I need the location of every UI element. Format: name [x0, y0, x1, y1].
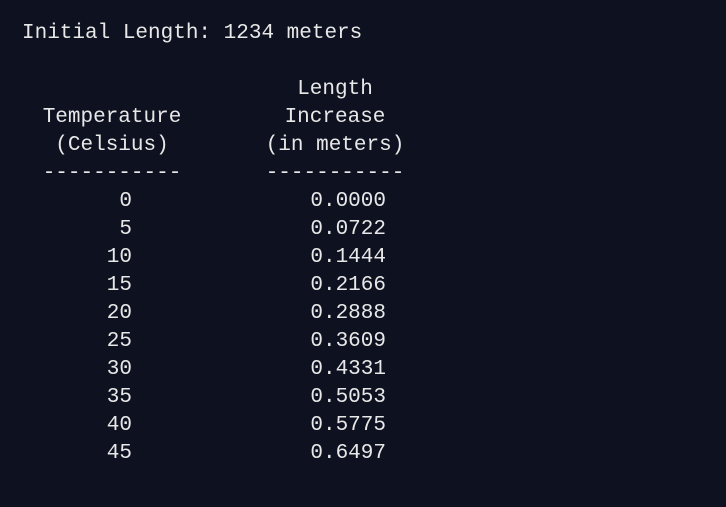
temperature-cell: 20	[106, 302, 132, 325]
temperature-header-line-1: Temperature	[42, 106, 182, 129]
increase-cell: 0.3609	[310, 330, 386, 353]
terminal-output: Initial Length: 1234 meters Length Incre…	[0, 0, 726, 507]
temperature-cell: 30	[106, 358, 132, 381]
temperature-cell: 0	[119, 190, 132, 213]
temperature-cell: 15	[106, 274, 132, 297]
temperature-cell: 40	[106, 414, 132, 437]
increase-cell: 0.4331	[310, 358, 386, 381]
temperature-separator: -----------	[42, 162, 182, 185]
length-header-line-3: (in meters)	[265, 134, 405, 157]
temperature-cell: 10	[106, 246, 132, 269]
initial-length-line: Initial Length: 1234 meters	[22, 22, 363, 45]
temperature-cell: 5	[119, 218, 132, 241]
temperature-cell: 25	[106, 330, 132, 353]
increase-cell: 0.5053	[310, 386, 386, 409]
increase-cell: 0.0000	[310, 190, 386, 213]
increase-cell: 0.5775	[310, 414, 386, 437]
length-header-line-2: Increase	[284, 106, 386, 129]
increase-cell: 0.1444	[310, 246, 386, 269]
increase-cell: 0.2888	[310, 302, 386, 325]
increase-cell: 0.0722	[310, 218, 386, 241]
temperature-header-line-2: (Celsius)	[55, 134, 169, 157]
temperature-cell: 35	[106, 386, 132, 409]
length-separator: -----------	[265, 162, 405, 185]
increase-cell: 0.2166	[310, 274, 386, 297]
length-header-line-1: Length	[297, 78, 373, 101]
increase-cell: 0.6497	[310, 442, 386, 465]
temperature-cell: 45	[106, 442, 132, 465]
